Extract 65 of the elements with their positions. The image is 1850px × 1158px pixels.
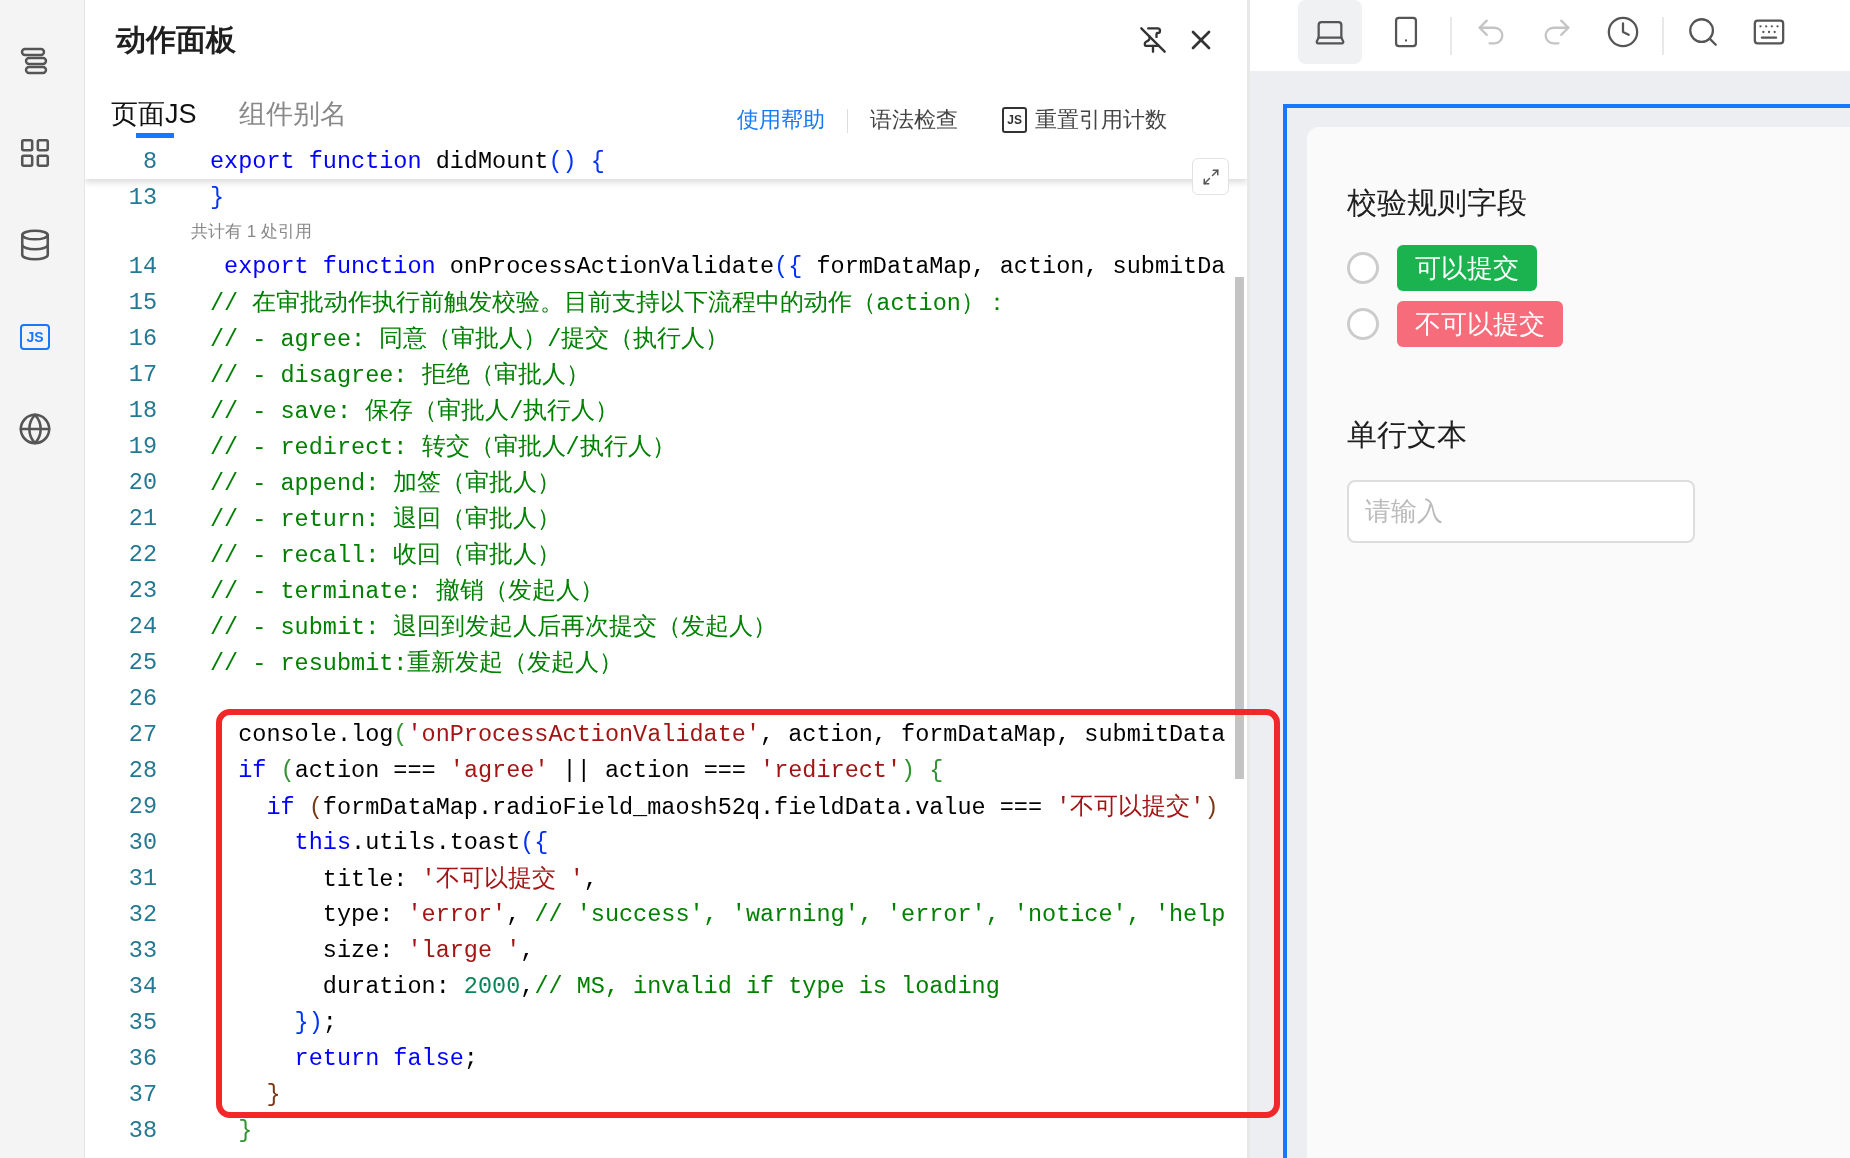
line-number: 16 xyxy=(127,324,157,352)
line-number: 32 xyxy=(127,900,157,928)
code-line: }); xyxy=(293,1008,337,1036)
line-number: 38 xyxy=(127,1116,157,1144)
line-number: 18 xyxy=(127,396,157,424)
line-number: 29 xyxy=(127,792,157,820)
line-number: 36 xyxy=(127,1044,157,1072)
line-number: 21 xyxy=(127,504,157,532)
line-number: 15 xyxy=(127,288,157,316)
code-line: if (formDataMap.radioField_maosh52q.fieldData.value === '不可以提交') xyxy=(265,793,1219,822)
panel-title: 动作面板 xyxy=(116,21,237,58)
code-line: } xyxy=(237,1116,253,1144)
code-line: export function onProcessActionValidate({ formDataMap, action, submitDa xyxy=(223,252,1226,280)
reset-count-button[interactable]: JS 重置引用计数 xyxy=(980,105,1189,135)
line-number: 26 xyxy=(127,684,157,712)
code-line: // - resubmit:重新发起（发起人） xyxy=(210,649,624,678)
tab[interactable]: 组件别名 xyxy=(238,96,347,143)
js-tab[interactable]: JS xyxy=(14,316,56,358)
line-number: 31 xyxy=(127,864,157,892)
code-line: if (action === 'agree' || action === 'redirect') { xyxy=(237,756,944,784)
line-number: 14 xyxy=(127,252,157,280)
code-line: } xyxy=(210,183,225,211)
line-number: 25 xyxy=(127,648,157,676)
syntax-check-button[interactable]: 语法检查 xyxy=(848,105,981,135)
field-label: 校验规则字段 xyxy=(1347,185,1528,221)
code-line: title: '不可以提交 ', xyxy=(321,865,598,894)
line-number: 33 xyxy=(127,936,157,964)
code-line: // - agree: 同意（审批人）/提交（执行人） xyxy=(210,325,730,354)
help-link[interactable]: 使用帮助 xyxy=(715,105,848,135)
code-line: // - return: 退回（审批人） xyxy=(210,505,562,534)
code-line: // 在审批动作执行前触发校验。目前支持以下流程中的动作（action）： xyxy=(210,289,1009,318)
code-line: // - recall: 收回（审批人） xyxy=(210,541,562,570)
code-line: // - disagree: 拒绝（审批人） xyxy=(210,361,590,390)
line-number: 20 xyxy=(127,468,157,496)
reference-count[interactable]: 共计有 1 处引用 xyxy=(191,220,312,243)
line-number: 17 xyxy=(127,360,157,388)
line-number: 28 xyxy=(127,756,157,784)
line-number: 30 xyxy=(127,828,157,856)
line-number: 35 xyxy=(127,1008,157,1036)
code-line: // - terminate: 撤销（发起人） xyxy=(210,577,604,606)
code-line: export function didMount() { xyxy=(210,147,605,175)
option-tag: 可以提交 xyxy=(1397,245,1537,291)
code-line: } xyxy=(265,1080,281,1108)
code-line: // - submit: 退回到发起人后再次提交（发起人） xyxy=(210,613,778,642)
line-number: 24 xyxy=(127,612,157,640)
code-line: return false; xyxy=(293,1044,478,1072)
line-number: 8 xyxy=(141,147,157,175)
code-line: // - append: 加签（审批人） xyxy=(210,469,562,498)
field-label: 单行文本 xyxy=(1347,417,1468,453)
text-input[interactable]: 请输入 xyxy=(1347,480,1695,543)
code-line: this.utils.toast({ xyxy=(293,828,549,856)
option-tag: 不可以提交 xyxy=(1397,301,1563,347)
line-number: 13 xyxy=(127,183,157,211)
line-number: 23 xyxy=(127,576,157,604)
line-number: 37 xyxy=(127,1080,157,1108)
code-line: size: 'large ', xyxy=(321,936,535,964)
line-number: 19 xyxy=(127,432,157,460)
code-line: type: 'error', // 'success', 'warning', 'error', 'notice', 'help xyxy=(321,900,1226,928)
line-number: 22 xyxy=(127,540,157,568)
code-line: duration: 2000,// MS, invalid if type is loading xyxy=(321,972,1000,1000)
code-line: // - redirect: 转交（审批人/执行人） xyxy=(210,433,676,462)
line-number: 34 xyxy=(127,972,157,1000)
code-line: console.log('onProcessActionValidate', action, formDataMap, submitData xyxy=(237,720,1226,748)
code-line: // - save: 保存（审批人/执行人） xyxy=(210,397,620,426)
line-number: 27 xyxy=(127,720,157,748)
